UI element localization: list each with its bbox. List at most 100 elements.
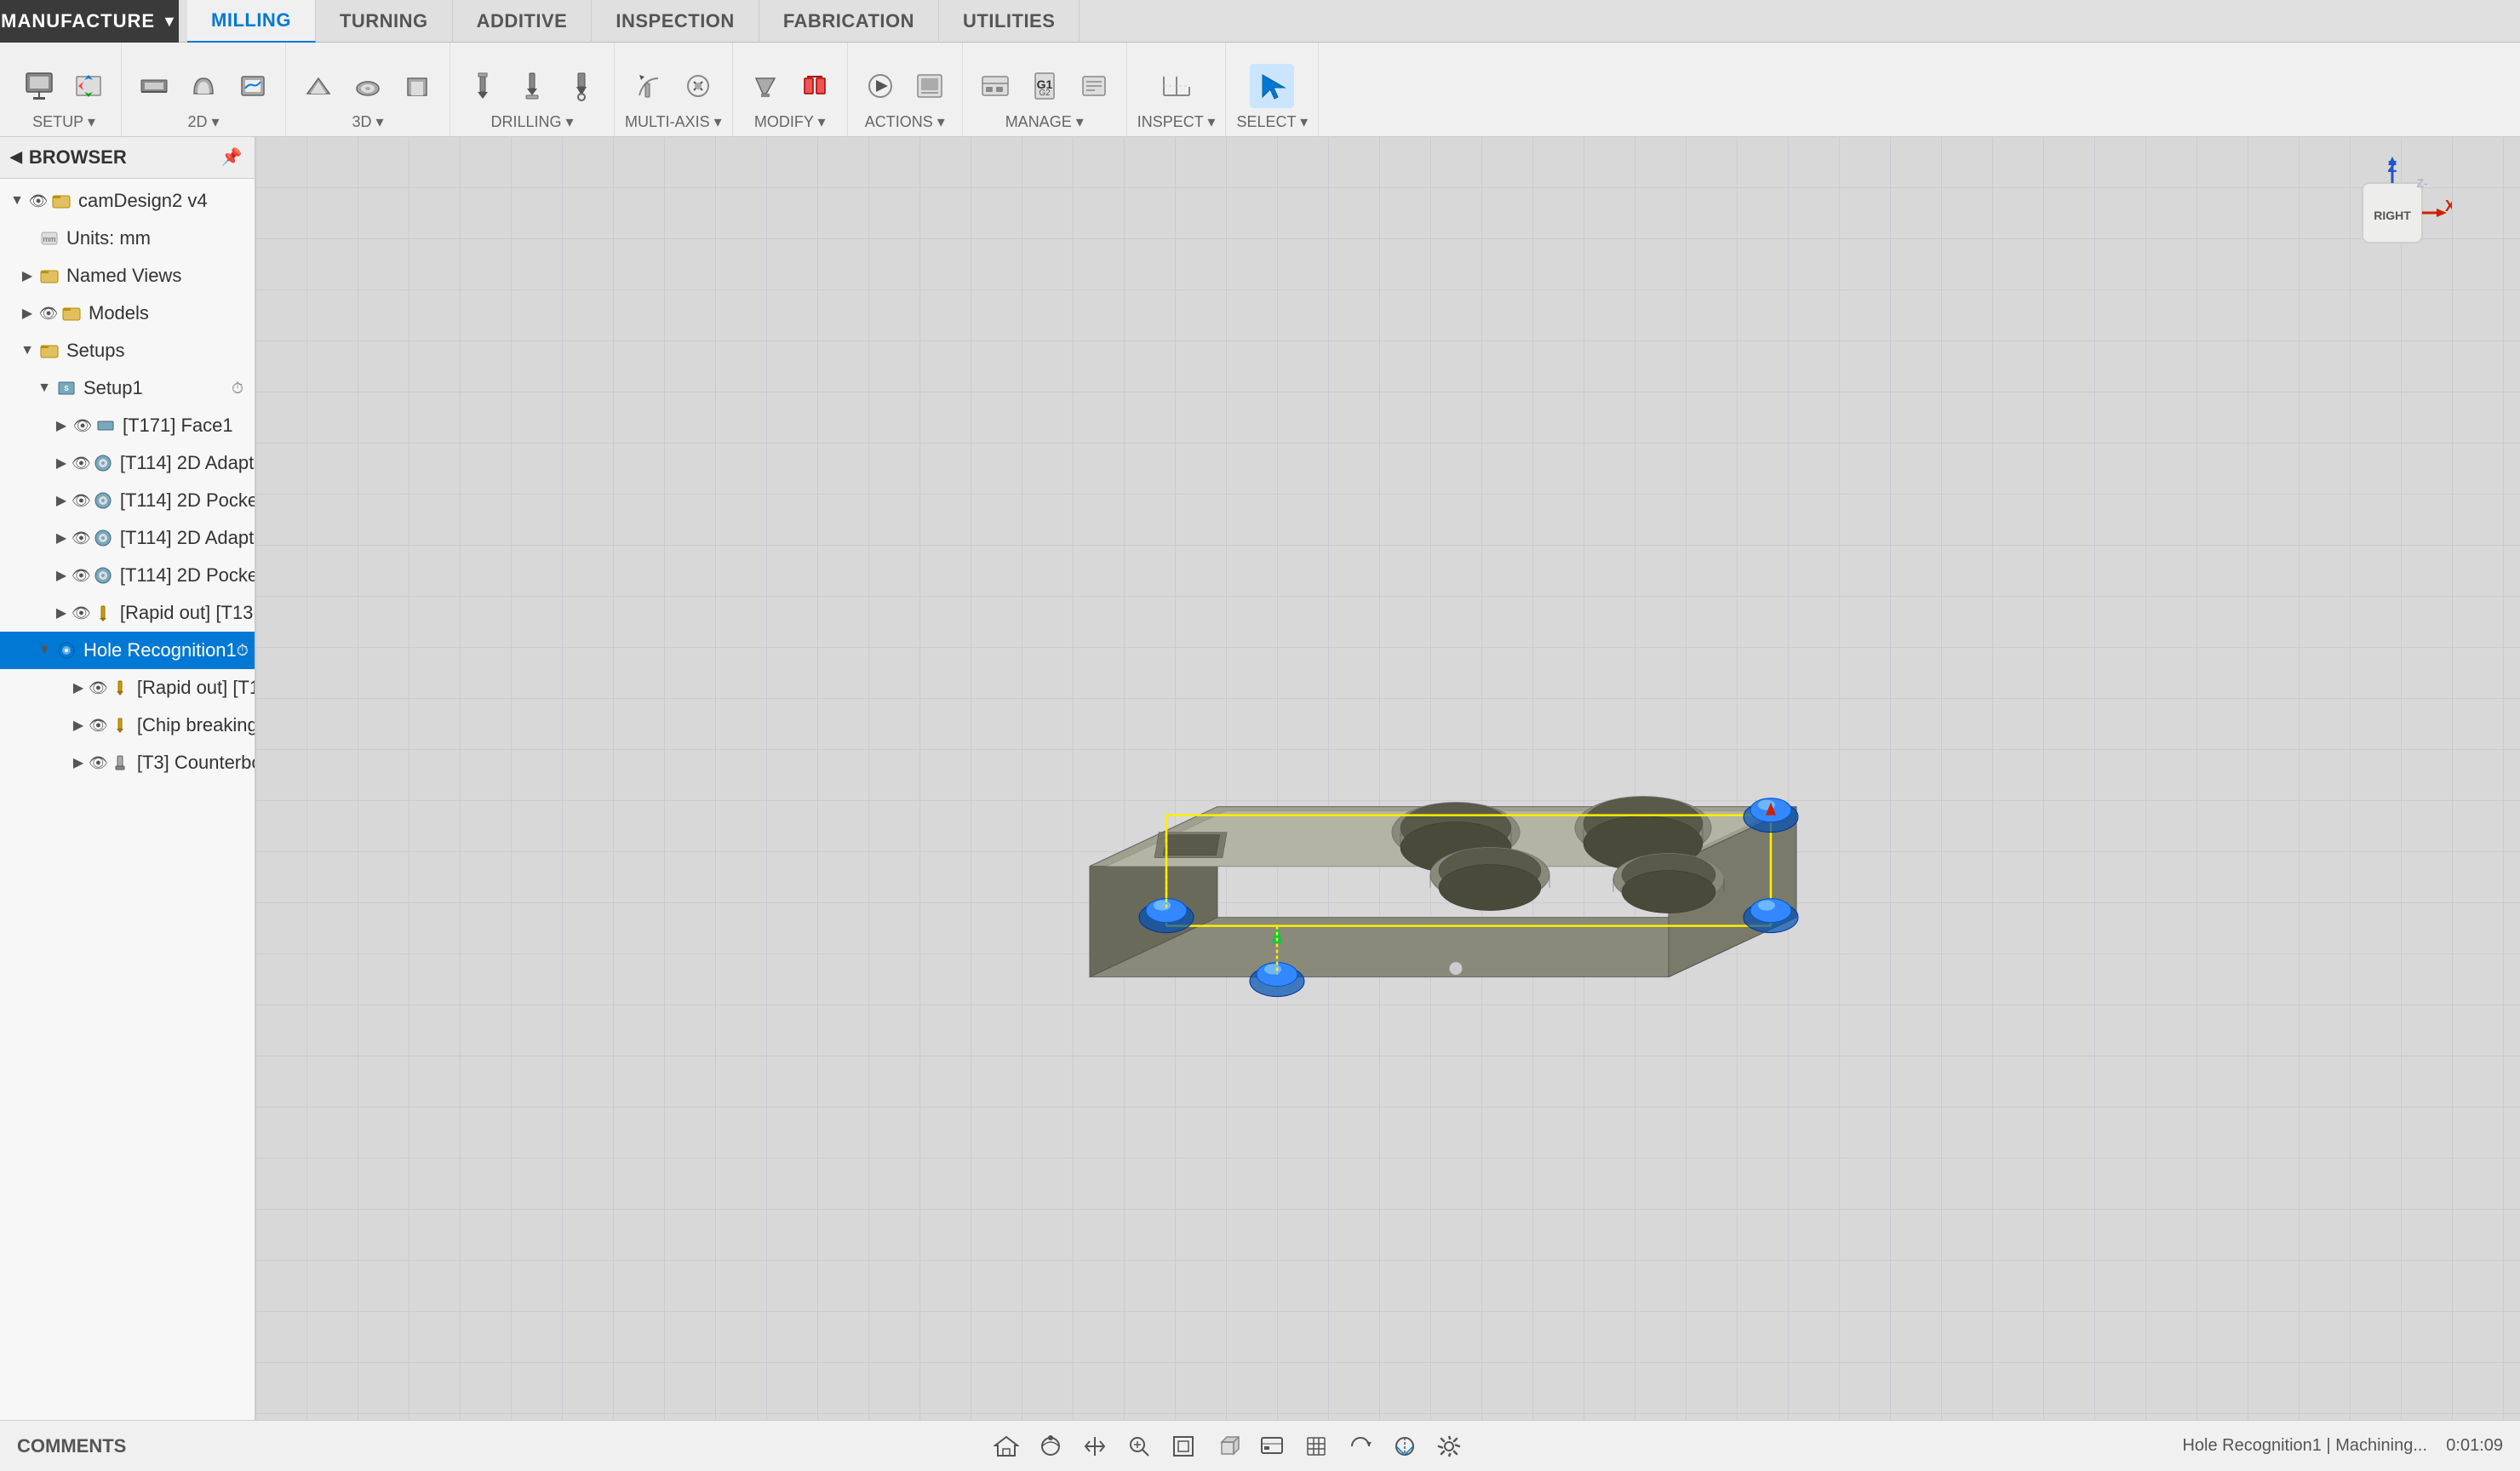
tree-expand-named-views[interactable]: ▶	[17, 266, 37, 286]
tab-utilities[interactable]: UTILITIES	[939, 0, 1080, 43]
tree-item-models[interactable]: ▶ 👁 Models	[0, 295, 255, 332]
settings-cog-icon[interactable]	[1434, 1431, 1464, 1462]
grid-icon[interactable]	[1301, 1431, 1332, 1462]
2d-icon-3[interactable]	[231, 64, 275, 108]
pan-icon[interactable]	[1080, 1431, 1110, 1462]
select-group-label[interactable]: SELECT ▾	[1236, 113, 1308, 131]
tree-item-hole-rec1[interactable]: ▼ Hole Recognition1 ⏱	[0, 632, 255, 669]
orbit-icon[interactable]	[1035, 1431, 1066, 1462]
vis-icon-adaptive1[interactable]: 👁	[72, 452, 91, 474]
2d-group-label[interactable]: 2D ▾	[187, 113, 219, 131]
tree-expand-setups[interactable]: ▼	[17, 341, 37, 361]
tree-label-adaptive1: [T114] 2D Adaptive1	[120, 452, 255, 474]
sidebar-pin-icon[interactable]: 📌	[219, 145, 244, 170]
rotate-icon[interactable]	[1345, 1431, 1376, 1462]
tab-fabrication[interactable]: FABRICATION	[759, 0, 939, 43]
tree-item-chip1[interactable]: ▶ 👁 [Chip breaking] [T2] I...	[0, 707, 255, 744]
tree-item-units[interactable]: ▶ mm Units: mm	[0, 220, 255, 257]
display-settings-icon[interactable]	[1257, 1431, 1287, 1462]
fit-icon[interactable]	[1168, 1431, 1199, 1462]
tree-expand-adaptive2[interactable]: ▶	[51, 528, 72, 548]
tree-expand-spot1[interactable]: ▶	[68, 678, 89, 698]
3d-icon-3[interactable]	[395, 64, 439, 108]
tree-item-pocket1[interactable]: ▶ 👁 [T114] 2D Pocket1	[0, 482, 255, 519]
tree-expand-pocket2[interactable]: ▶	[51, 565, 72, 586]
tree-item-root[interactable]: ▼ 👁 camDesign2 v4	[0, 182, 255, 220]
vis-icon-face1[interactable]: 👁	[72, 415, 94, 437]
2d-icon-1[interactable]	[132, 64, 176, 108]
manage-icon-1[interactable]	[973, 64, 1017, 108]
multiaxis-icon-1[interactable]	[627, 64, 671, 108]
tree-item-setups[interactable]: ▼ Setups	[0, 332, 255, 369]
viewport[interactable]: RIGHT Z X Z-	[255, 136, 2520, 1420]
sidebar-collapse-icon[interactable]: ◀	[10, 148, 22, 166]
vis-icon-spot1[interactable]: 👁	[89, 677, 108, 699]
tree-item-drill1[interactable]: ▶ 👁 [Rapid out] [T131] Drill1	[0, 594, 255, 632]
select-icon-1[interactable]	[1250, 64, 1294, 108]
home-view-icon[interactable]	[991, 1431, 1022, 1462]
vis-icon-pocket1[interactable]: 👁	[72, 489, 91, 512]
3d-group-label[interactable]: 3D ▾	[352, 113, 383, 131]
pocket2-icon	[91, 564, 115, 587]
tab-turning[interactable]: TURNING	[316, 0, 453, 43]
actions-group-label[interactable]: ACTIONS ▾	[865, 113, 945, 131]
3d-icon-2[interactable]	[346, 64, 390, 108]
drilling-icon-2[interactable]	[510, 64, 554, 108]
tree-expand-models[interactable]: ▶	[17, 303, 37, 323]
view-cube-icon[interactable]	[1212, 1431, 1243, 1462]
tool-group-inspect: INSPECT ▾	[1127, 43, 1227, 136]
tree-item-face1[interactable]: ▶ 👁 [T171] Face1	[0, 407, 255, 444]
vis-icon-root[interactable]: 👁	[27, 190, 49, 212]
drilling-icon-1[interactable]	[461, 64, 505, 108]
vis-icon-models[interactable]: 👁	[37, 302, 60, 324]
vis-icon-counterbore1[interactable]: 👁	[89, 752, 108, 774]
setup-icon-1[interactable]	[17, 64, 61, 108]
actions-icon-1[interactable]	[858, 64, 902, 108]
tree-item-named-views[interactable]: ▶ Named Views	[0, 257, 255, 295]
multiaxis-group-label[interactable]: MULTI-AXIS ▾	[625, 113, 722, 131]
tree-expand-counterbore1[interactable]: ▶	[68, 753, 89, 773]
manage-icon-2[interactable]: G1 G2	[1022, 64, 1067, 108]
tree-expand-pocket1[interactable]: ▶	[51, 490, 72, 511]
axis-gizmo[interactable]: RIGHT Z X Z-	[2333, 153, 2452, 272]
tree-item-setup1[interactable]: ▼ S Setup1 ⏱	[0, 369, 255, 407]
multiaxis-icon-2[interactable]	[676, 64, 720, 108]
tree-expand-units[interactable]: ▶	[17, 228, 37, 249]
setup-icon-2[interactable]	[66, 64, 111, 108]
vis-icon-pocket2[interactable]: 👁	[72, 564, 91, 587]
setup-group-label[interactable]: SETUP ▾	[32, 113, 95, 131]
drilling-icon-3[interactable]	[559, 64, 604, 108]
vis-icon-adaptive2[interactable]: 👁	[72, 527, 91, 549]
zoom-icon[interactable]	[1124, 1431, 1154, 1462]
inspect-group-label[interactable]: INSPECT ▾	[1137, 113, 1216, 131]
tab-milling[interactable]: MILLING	[187, 0, 316, 43]
tree-item-spot1[interactable]: ▶ 👁 [Rapid out] [T1] Spot...	[0, 669, 255, 707]
actions-icon-2[interactable]	[908, 64, 952, 108]
tree-expand-setup1[interactable]: ▼	[34, 378, 54, 398]
tree-expand-adaptive1[interactable]: ▶	[51, 453, 72, 473]
tree-expand-face1[interactable]: ▶	[51, 415, 72, 436]
tree-item-adaptive1[interactable]: ▶ 👁 [T114] 2D Adaptive1	[0, 444, 255, 482]
modify-icon-2[interactable]	[793, 64, 837, 108]
vis-icon-chip1[interactable]: 👁	[89, 714, 108, 736]
tree-expand-root[interactable]: ▼	[7, 191, 27, 211]
inspect-icon-1[interactable]	[1154, 64, 1199, 108]
manufacture-button[interactable]: MANUFACTURE ▼	[0, 0, 179, 43]
tree-item-adaptive2[interactable]: ▶ 👁 [T114] 2D Adaptive2	[0, 519, 255, 557]
tree-expand-chip1[interactable]: ▶	[68, 715, 89, 736]
drilling-group-label[interactable]: DRILLING ▾	[490, 113, 573, 131]
tree-expand-drill1[interactable]: ▶	[51, 603, 72, 623]
tree-expand-hole-rec1[interactable]: ▼	[34, 640, 54, 661]
modify-group-label[interactable]: MODIFY ▾	[754, 113, 826, 131]
section-analysis-icon[interactable]	[1389, 1431, 1420, 1462]
tab-inspection[interactable]: INSPECTION	[592, 0, 759, 43]
manage-group-label[interactable]: MANAGE ▾	[1005, 113, 1084, 131]
2d-icon-2[interactable]	[181, 64, 226, 108]
tab-additive[interactable]: ADDITIVE	[453, 0, 593, 43]
3d-icon-1[interactable]	[296, 64, 341, 108]
manage-icon-3[interactable]	[1072, 64, 1116, 108]
vis-icon-drill1[interactable]: 👁	[72, 602, 91, 624]
tree-item-pocket2[interactable]: ▶ 👁 [T114] 2D Pocket2	[0, 557, 255, 594]
modify-icon-1[interactable]	[743, 64, 788, 108]
tree-item-counterbore1[interactable]: ▶ 👁 [T3] Counterbore – Sp...	[0, 744, 255, 781]
